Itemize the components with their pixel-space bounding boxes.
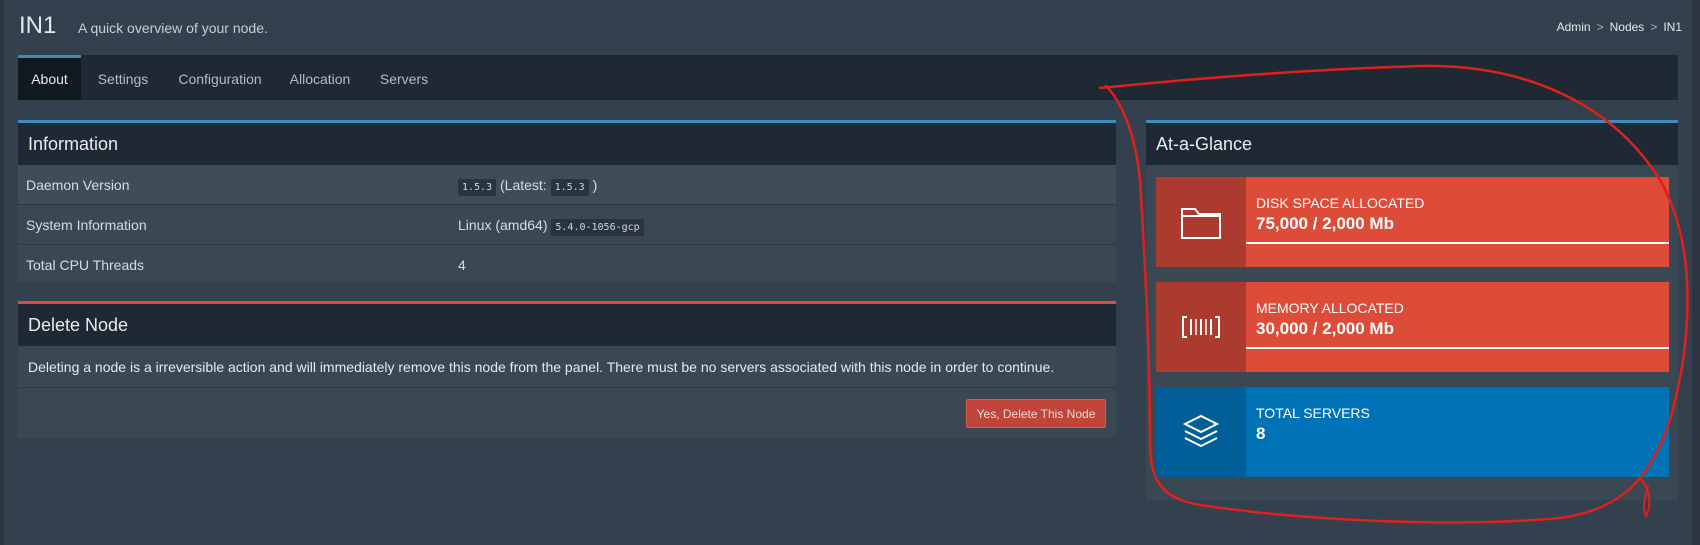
stat-value: 8 [1256, 424, 1266, 443]
breadcrumb-separator: > [1650, 20, 1658, 34]
tab-servers[interactable]: Servers [372, 58, 436, 100]
stat-label: TOTAL SERVERS [1256, 405, 1370, 421]
info-key: Total CPU Threads [26, 257, 145, 273]
tab-about[interactable]: About [18, 55, 81, 100]
latest-prefix: (Latest: [500, 177, 547, 193]
page-subtitle: A quick overview of your node. [78, 20, 268, 36]
breadcrumb: Admin > Nodes > IN1 [1557, 20, 1682, 34]
stat-body: TOTAL SERVERS 8 [1246, 387, 1669, 477]
scrollbar[interactable] [1692, 0, 1700, 545]
node-overview-page: IN1 A quick overview of your node. Admin… [0, 0, 1700, 545]
info-key: Daemon Version [26, 177, 130, 193]
tab-settings[interactable]: Settings [86, 58, 160, 100]
kernel-code: 5.4.0-1056-gcp [551, 219, 644, 236]
delete-node-title: Delete Node [18, 304, 1116, 346]
daemon-version-code: 1.5.3 [458, 179, 497, 196]
delete-node-button[interactable]: Yes, Delete This Node [966, 399, 1106, 428]
delete-node-box: Delete Node Deleting a node is a irrever… [18, 301, 1116, 438]
progress-fill [1246, 347, 1669, 349]
barcode-icon [1156, 282, 1246, 372]
progress-track [1246, 347, 1669, 349]
stat-body: DISK SPACE ALLOCATED 75,000 / 2,000 Mb [1246, 177, 1669, 267]
node-tabs: About Settings Configuration Allocation … [18, 55, 1678, 100]
progress-fill [1246, 242, 1669, 244]
info-row-cpu-threads: Total CPU Threads 4 [18, 245, 1116, 285]
at-a-glance-title: At-a-Glance [1146, 123, 1678, 165]
latest-version-code: 1.5.3 [550, 179, 589, 196]
breadcrumb-current: IN1 [1663, 20, 1682, 34]
latest-suffix: ) [592, 177, 598, 193]
left-gutter [0, 0, 4, 545]
tab-configuration[interactable]: Configuration [168, 58, 272, 100]
stat-label: MEMORY ALLOCATED [1256, 300, 1404, 316]
breadcrumb-admin[interactable]: Admin [1557, 20, 1591, 34]
stat-disk-space: DISK SPACE ALLOCATED 75,000 / 2,000 Mb [1156, 177, 1669, 267]
layers-icon [1156, 387, 1246, 477]
page-title: IN1 [19, 12, 57, 39]
delete-node-warning: Deleting a node is a irreversible action… [18, 346, 1116, 388]
info-value: Linux (amd64) 5.4.0-1056-gcp [458, 217, 644, 236]
info-row-daemon-version: Daemon Version 1.5.3 (Latest: 1.5.3 ) [18, 165, 1116, 205]
stat-value: 75,000 / 2,000 Mb [1256, 214, 1394, 233]
information-box: Information Daemon Version 1.5.3 (Latest… [18, 120, 1116, 282]
stat-label: DISK SPACE ALLOCATED [1256, 195, 1425, 211]
folder-icon [1156, 177, 1246, 267]
info-row-system-information: System Information Linux (amd64) 5.4.0-1… [18, 205, 1116, 245]
os-text: Linux (amd64) [458, 217, 548, 233]
stat-memory: MEMORY ALLOCATED 30,000 / 2,000 Mb [1156, 282, 1669, 372]
stat-total-servers: TOTAL SERVERS 8 [1156, 387, 1669, 477]
stat-value: 30,000 / 2,000 Mb [1256, 319, 1394, 338]
delete-node-footer: Yes, Delete This Node [18, 388, 1116, 438]
progress-track [1246, 242, 1669, 244]
content-header: IN1 A quick overview of your node. Admin… [18, 12, 1682, 42]
breadcrumb-separator: > [1596, 20, 1604, 34]
info-value: 1.5.3 (Latest: 1.5.3 ) [458, 177, 598, 196]
info-key: System Information [26, 217, 147, 233]
stat-body: MEMORY ALLOCATED 30,000 / 2,000 Mb [1246, 282, 1669, 372]
breadcrumb-nodes[interactable]: Nodes [1610, 20, 1645, 34]
information-title: Information [18, 123, 1116, 165]
at-a-glance-box: At-a-Glance DISK SPACE ALLOCATED 75,000 … [1146, 120, 1678, 500]
tab-allocation[interactable]: Allocation [282, 58, 358, 100]
info-value: 4 [458, 257, 466, 273]
